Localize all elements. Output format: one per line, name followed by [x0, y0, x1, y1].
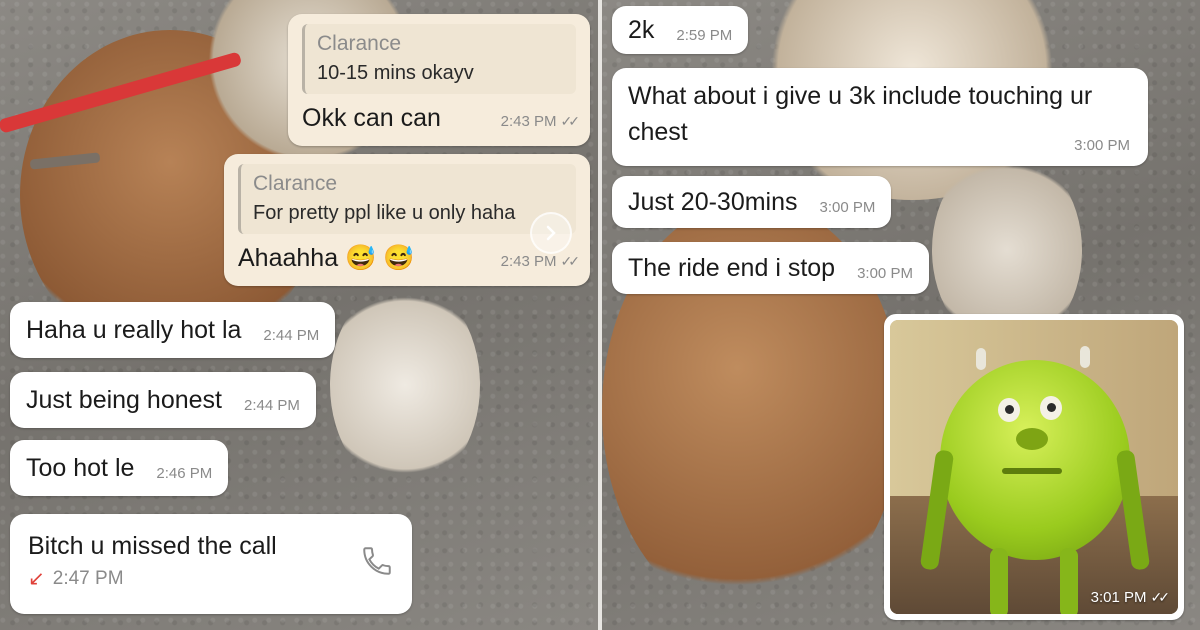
double-check-icon: ✓✓: [1150, 589, 1171, 605]
message-time: 2:44 PM: [263, 327, 320, 344]
quoted-message[interactable]: Clarance For pretty ppl like u only haha: [238, 164, 576, 234]
message-time: 2:43 PM ✓✓: [500, 113, 581, 130]
message-text: 2k: [628, 16, 655, 44]
sticker-character-pupil: [1047, 403, 1056, 412]
incoming-message-bubble[interactable]: Too hot le 2:46 PM: [10, 440, 229, 496]
phone-icon[interactable]: [360, 544, 394, 578]
sticker-character-pupil: [1005, 405, 1014, 414]
sticker-character-mouth: [1002, 468, 1062, 474]
message-text: Okk can can: [302, 104, 441, 132]
forward-button[interactable]: [530, 212, 572, 254]
incoming-message-bubble[interactable]: Haha u really hot la 2:44 PM: [10, 302, 336, 358]
sticker-character-leg: [990, 548, 1008, 614]
sticker-character-horn: [976, 348, 986, 370]
quoted-text: 10-15 mins okayv: [317, 62, 474, 84]
wallpaper-dog-leg: [330, 280, 480, 490]
message-text: Ahaahha 😅 😅: [238, 244, 415, 272]
double-check-icon: ✓✓: [560, 113, 581, 129]
missed-call-bubble[interactable]: Bitch u missed the call ↙ 2:47 PM: [10, 514, 412, 614]
sticker-character-horn: [1080, 346, 1090, 368]
sticker-character-nose: [1016, 428, 1048, 450]
missed-call-arrow-icon: ↙: [28, 568, 45, 590]
incoming-message-bubble[interactable]: The ride end i stop 3:00 PM: [612, 242, 929, 294]
incoming-message-bubble[interactable]: Just 20-30mins 3:00 PM: [612, 176, 892, 228]
sweat-smile-emoji: 😅 😅: [345, 244, 415, 272]
missed-call-time: 2:47 PM: [52, 568, 124, 589]
message-text: Just 20-30mins: [628, 188, 798, 216]
message-text: Too hot le: [26, 454, 135, 482]
message-time: 3:00 PM: [1074, 137, 1130, 154]
message-time: 2:43 PM ✓✓: [500, 253, 581, 270]
incoming-message-bubble[interactable]: 2k 2:59 PM: [612, 6, 749, 54]
chat-screenshot-left: Clarance 10-15 mins okayv Okk can can 2:…: [0, 0, 598, 630]
chevron-right-icon: [546, 225, 556, 241]
missed-call-meta: ↙ 2:47 PM: [28, 568, 394, 590]
quoted-author: Clarance: [317, 32, 402, 55]
quoted-author: Clarance: [253, 172, 338, 195]
double-check-icon: ✓✓: [560, 253, 581, 269]
incoming-message-bubble[interactable]: Just being honest 2:44 PM: [10, 372, 316, 428]
message-time: 2:44 PM: [243, 397, 300, 414]
message-text: Just being honest: [26, 386, 222, 414]
quoted-text: For pretty ppl like u only haha: [253, 202, 516, 224]
message-text: Haha u really hot la: [26, 316, 242, 344]
message-time: 3:00 PM: [857, 265, 913, 282]
quoted-message[interactable]: Clarance 10-15 mins okayv: [302, 24, 576, 94]
message-text: The ride end i stop: [628, 254, 836, 282]
message-time: 3:00 PM: [819, 199, 876, 216]
outgoing-reply-bubble[interactable]: Clarance 10-15 mins okayv Okk can can 2:…: [288, 14, 590, 146]
message-time: 2:59 PM: [676, 27, 733, 44]
sticker-character-body: [940, 360, 1130, 560]
message-text: What about i give u 3k include touching …: [628, 82, 1093, 146]
sticker-time: 3:01 PM ✓✓: [1090, 589, 1171, 606]
sticker-image[interactable]: 3:01 PM ✓✓: [890, 320, 1178, 614]
sticker-character-leg: [1060, 548, 1078, 614]
message-time: 2:46 PM: [156, 465, 213, 482]
incoming-message-bubble[interactable]: What about i give u 3k include touching …: [612, 68, 1148, 166]
missed-call-text: Bitch u missed the call: [28, 532, 277, 560]
sticker-message[interactable]: 3:01 PM ✓✓: [884, 314, 1184, 620]
